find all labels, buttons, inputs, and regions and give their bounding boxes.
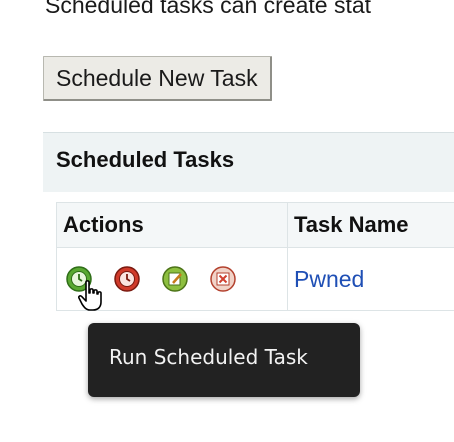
task-name-link[interactable]: Pwned — [294, 266, 364, 292]
panel-title: Scheduled Tasks — [56, 147, 235, 172]
scheduled-tasks-panel-header: Scheduled Tasks — [43, 132, 454, 192]
intro-text: Scheduled tasks can create stat — [45, 0, 372, 18]
edit-icon[interactable] — [161, 265, 189, 293]
table-row: Pwned — [56, 247, 454, 311]
column-header-task-name: Task Name — [287, 202, 454, 248]
page: Scheduled tasks can create stat Schedule… — [0, 0, 454, 442]
edit-icon-graphic — [162, 266, 188, 292]
delete-icon[interactable] — [209, 265, 237, 293]
tooltip: Run Scheduled Task — [88, 323, 360, 397]
hand-pointer-cursor-icon — [78, 280, 104, 312]
column-header-actions: Actions — [56, 202, 288, 248]
table-header-row: Actions Task Name — [56, 202, 454, 248]
pause-icon[interactable] — [113, 265, 141, 293]
tooltip-text: Run Scheduled Task — [109, 345, 308, 369]
delete-icon-graphic — [210, 266, 236, 292]
scheduled-tasks-table: Actions Task Name Pwned — [56, 202, 454, 311]
pause-icon-graphic — [114, 266, 140, 292]
schedule-new-task-button[interactable]: Schedule New Task — [43, 56, 272, 101]
task-name-cell: Pwned — [288, 248, 454, 311]
